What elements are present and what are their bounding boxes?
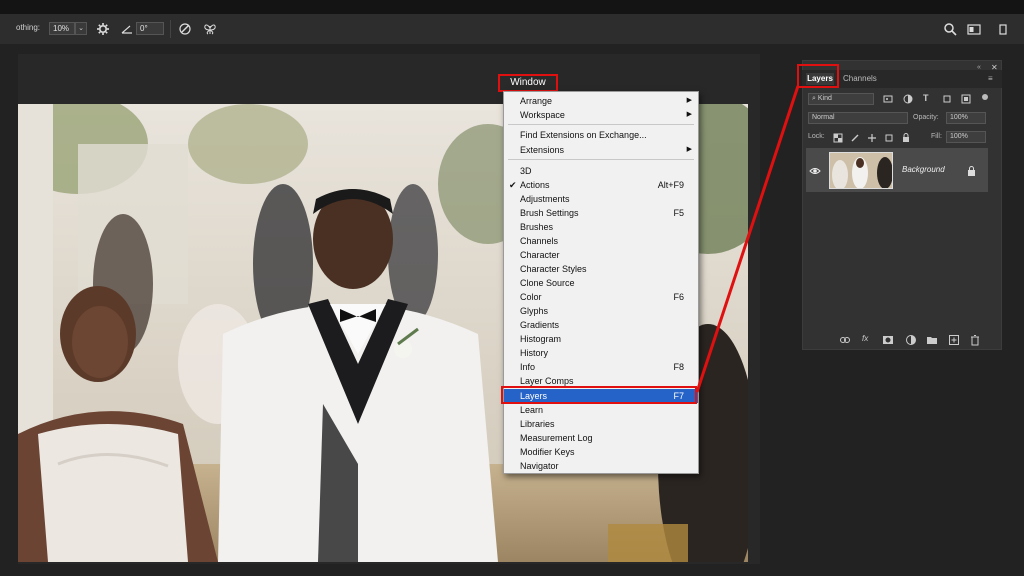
menu-item-measurement-log[interactable]: Measurement Log [504,431,698,445]
filter-toggle-icon[interactable] [980,92,990,102]
menu-item-gradients[interactable]: Gradients [504,318,698,332]
opacity-label: Opacity: [913,114,939,121]
menu-item-arrange[interactable]: Arrange ▶ [504,94,698,108]
menu-item-libraries[interactable]: Libraries [504,417,698,431]
menu-item-history[interactable]: History [504,346,698,360]
menu-item-actions[interactable]: ✔ Actions Alt+F9 [504,178,698,192]
menu-item-channels[interactable]: Channels [504,234,698,248]
layers-tab-highlight-box [797,64,839,88]
menu-item-extensions[interactable]: Extensions ▶ [504,143,698,157]
filter-smart-object-icon[interactable] [961,94,971,104]
menu-item-modifier-keys[interactable]: Modifier Keys [504,445,698,459]
chevron-right-icon: ▶ [686,97,692,104]
eye-visibility-icon[interactable] [809,166,821,176]
angle-input[interactable]: 0° [136,22,164,35]
tab-channels[interactable]: Channels [843,73,877,85]
menu-item-histogram[interactable]: Histogram [504,332,698,346]
menu-item-3d[interactable]: 3D [504,164,698,178]
menu-separator [508,159,694,160]
menu-item-workspace[interactable]: Workspace ▶ [504,108,698,122]
lock-artboard-icon[interactable] [884,133,894,143]
symmetry-butterfly-icon[interactable] [203,22,217,36]
filter-shape-icon[interactable] [942,94,952,104]
lock-label: Lock: [808,133,825,140]
chevron-right-icon: ▶ [686,111,692,118]
menu-item-adjustments[interactable]: Adjustments [504,192,698,206]
menu-item-brush-settings[interactable]: Brush Settings F5 [504,206,698,220]
lock-move-icon[interactable] [867,133,877,143]
smoothing-label: othing: [16,23,41,32]
settings-gear-icon[interactable] [96,22,110,36]
kind-filter-dropdown[interactable]: ⌕ Kind [808,93,874,105]
more-icon[interactable] [996,22,1007,36]
menu-item-brushes[interactable]: Brushes [504,220,698,234]
menu-separator [508,124,694,125]
filter-pixel-icon[interactable] [883,94,893,104]
divider [170,20,171,38]
menu-item-color[interactable]: Color F6 [504,290,698,304]
pressure-icon[interactable] [178,22,192,36]
opacity-input[interactable]: 100% [946,112,986,124]
smoothing-input[interactable]: 10% [49,22,75,35]
menu-item-info[interactable]: Info F8 [504,360,698,374]
options-bar: othing: 10% ⌄ 0° [0,14,1024,44]
panel-menu-icon[interactable]: ≡ [988,74,993,83]
smoothing-dropdown[interactable]: ⌄ [75,22,87,35]
adjustment-layer-icon[interactable] [905,334,917,346]
layer-name: Background [902,165,945,174]
window-dropdown-menu: Arrange ▶ Workspace ▶ Find Extensions on E… [503,91,699,474]
fx-icon[interactable]: fx [862,334,874,346]
lock-all-icon[interactable] [901,133,911,143]
close-icon[interactable]: ✕ [991,63,998,72]
lock-brush-icon[interactable] [850,133,860,143]
fill-label: Fill: [931,133,942,140]
blend-mode-dropdown[interactable]: Normal [808,112,908,124]
top-strip [0,0,1024,14]
menu-item-navigator[interactable]: Navigator [504,459,698,473]
lock-icon [967,166,976,176]
menu-item-clone-source[interactable]: Clone Source [504,276,698,290]
fill-input[interactable]: 100% [946,131,986,143]
menu-item-glyphs[interactable]: Glyphs [504,304,698,318]
menu-item-character[interactable]: Character [504,248,698,262]
menu-item-learn[interactable]: Learn [504,403,698,417]
menu-item-character-styles[interactable]: Character Styles [504,262,698,276]
window-menu-label[interactable]: Window [498,74,558,92]
chevron-right-icon: ▶ [686,146,692,153]
collapse-icon[interactable]: « [977,64,981,71]
filter-type-icon[interactable]: T [923,93,933,103]
menu-item-find-extensions[interactable]: Find Extensions on Exchange... [504,128,698,142]
group-folder-icon[interactable] [926,334,938,346]
trash-icon[interactable] [969,334,981,346]
layer-thumbnail [829,152,893,189]
new-layer-icon[interactable] [948,334,960,346]
search-icon[interactable] [943,22,957,36]
add-mask-icon[interactable] [882,334,894,346]
workspace-icon[interactable] [967,22,981,36]
checkmark-icon: ✔ [509,180,517,190]
layers-item-highlight-box [501,386,697,404]
filter-adjustment-icon[interactable] [903,94,913,104]
angle-icon [120,22,134,36]
link-layers-icon[interactable] [839,334,851,346]
lock-transparent-icon[interactable] [833,133,843,143]
